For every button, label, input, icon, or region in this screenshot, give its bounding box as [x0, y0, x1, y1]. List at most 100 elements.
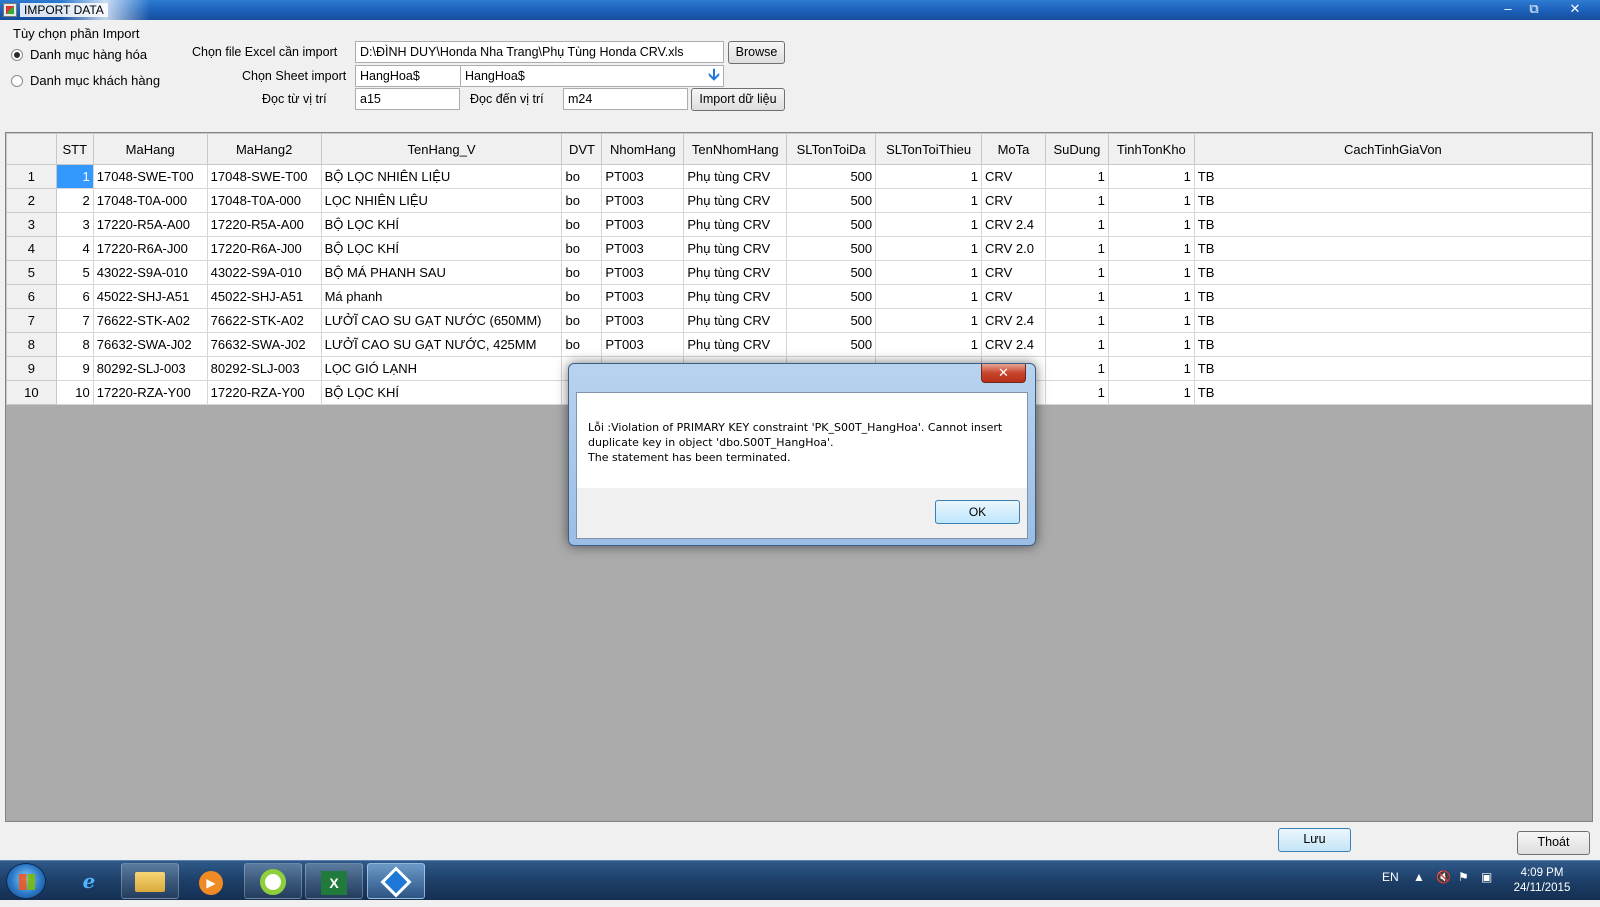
cell-dvt[interactable]: bo — [561, 284, 603, 309]
cell-mota[interactable]: CRV — [981, 284, 1046, 309]
file-explorer-icon[interactable] — [121, 863, 179, 899]
start-button[interactable] — [6, 863, 46, 899]
save-button[interactable]: Lưu — [1278, 828, 1351, 852]
to-position-input[interactable]: m24 — [563, 88, 688, 110]
cell-tinhtonkho[interactable]: 1 — [1107, 380, 1195, 405]
cell-tinhtonkho[interactable]: 1 — [1107, 356, 1195, 381]
from-position-input[interactable]: a15 — [355, 88, 460, 110]
cell-nhomhang[interactable]: PT003 — [601, 236, 685, 261]
cell-dvt[interactable]: bo — [561, 164, 603, 189]
cell-sudung[interactable]: 1 — [1044, 188, 1109, 213]
table-row[interactable]: 2 2 17048-T0A-000 17048-T0A-000 LỌC NHIÊN LI… — [6, 188, 1592, 213]
cell-mahang2[interactable]: 17220-RZA-Y00 — [206, 380, 322, 405]
chrome-like-icon[interactable] — [244, 863, 302, 899]
row-header[interactable]: 4 — [6, 236, 57, 261]
cell-tinhtonkho[interactable]: 1 — [1107, 236, 1195, 261]
table-row[interactable]: 7 7 76622-STK-A02 76622-STK-A02 LƯỞĨ CAO SU … — [6, 308, 1592, 333]
row-header[interactable]: 8 — [6, 332, 57, 357]
cell-mota[interactable]: CRV — [981, 164, 1046, 189]
cell-dvt[interactable]: bo — [561, 260, 603, 285]
show-hidden-icons-icon[interactable]: ▲ — [1413, 870, 1425, 884]
column-header[interactable]: MaHang — [92, 133, 208, 165]
cell-sudung[interactable]: 1 — [1044, 284, 1109, 309]
volume-muted-icon[interactable]: 🔇 — [1436, 870, 1451, 884]
cell-tennhomhang[interactable]: Phụ tùng CRV — [683, 284, 788, 309]
language-indicator[interactable]: EN — [1382, 870, 1399, 884]
cell-sudung[interactable]: 1 — [1044, 236, 1109, 261]
cell-tinhtonkho[interactable]: 1 — [1107, 308, 1195, 333]
cell-tennhomhang[interactable]: Phụ tùng CRV — [683, 308, 788, 333]
row-header[interactable]: 7 — [6, 308, 57, 333]
cell-mahang[interactable]: 17220-RZA-Y00 — [92, 380, 208, 405]
file-path-input[interactable]: D:\ĐÌNH DUY\Honda Nha Trang\Phụ Tùng Hon… — [355, 41, 724, 63]
cell-mahang[interactable]: 17048-T0A-000 — [92, 188, 208, 213]
cell-sltontoida[interactable]: 500 — [786, 236, 877, 261]
radio-products[interactable]: Danh mục hàng hóa — [11, 47, 147, 62]
cell-tenhang_v[interactable]: BỘ LỌC KHÍ — [320, 380, 563, 405]
cell-tinhtonkho[interactable]: 1 — [1107, 332, 1195, 357]
cell-mahang2[interactable]: 17220-R6A-J00 — [206, 236, 322, 261]
cell-sltontoithieu[interactable]: 1 — [875, 332, 983, 357]
cell-stt[interactable]: 6 — [55, 284, 94, 309]
cell-stt[interactable]: 2 — [55, 188, 94, 213]
cell-stt[interactable]: 10 — [55, 380, 94, 405]
column-header[interactable]: TenHang_V — [320, 133, 563, 165]
cell-nhomhang[interactable]: PT003 — [601, 164, 685, 189]
cell-tinhtonkho[interactable]: 1 — [1107, 164, 1195, 189]
cell-sltontoithieu[interactable]: 1 — [875, 308, 983, 333]
cell-cachtinhgiavon[interactable]: TB — [1193, 188, 1592, 213]
row-header[interactable]: 6 — [6, 284, 57, 309]
cell-stt[interactable]: 1 — [55, 164, 94, 189]
maximize-button[interactable]: ⧉ — [1522, 0, 1546, 18]
cell-mahang[interactable]: 76632-SWA-J02 — [92, 332, 208, 357]
cell-sudung[interactable]: 1 — [1044, 332, 1109, 357]
cell-nhomhang[interactable]: PT003 — [601, 332, 685, 357]
minimize-button[interactable]: – — [1496, 0, 1520, 18]
down-arrow-icon[interactable]: 🡫 — [704, 66, 724, 86]
cell-mahang2[interactable]: 17048-SWE-T00 — [206, 164, 322, 189]
cell-sltontoida[interactable]: 500 — [786, 260, 877, 285]
app-icon[interactable] — [367, 863, 425, 899]
cell-cachtinhgiavon[interactable]: TB — [1193, 284, 1592, 309]
cell-mahang2[interactable]: 45022-SHJ-A51 — [206, 284, 322, 309]
table-row[interactable]: 5 5 43022-S9A-010 43022-S9A-010 BỘ MÁ PHANH … — [6, 260, 1592, 285]
cell-mahang[interactable]: 43022-S9A-010 — [92, 260, 208, 285]
table-row[interactable]: 4 4 17220-R6A-J00 17220-R6A-J00 BỘ LỌC KHÍ bo… — [6, 236, 1592, 261]
cell-cachtinhgiavon[interactable]: TB — [1193, 236, 1592, 261]
cell-stt[interactable]: 4 — [55, 236, 94, 261]
cell-sudung[interactable]: 1 — [1044, 260, 1109, 285]
cell-stt[interactable]: 7 — [55, 308, 94, 333]
cell-nhomhang[interactable]: PT003 — [601, 212, 685, 237]
column-header[interactable]: SLTonToiThieu — [875, 133, 983, 165]
column-header[interactable]: NhomHang — [601, 133, 685, 165]
cell-mahang[interactable]: 80292-SLJ-003 — [92, 356, 208, 381]
cell-nhomhang[interactable]: PT003 — [601, 284, 685, 309]
radio-products-circle[interactable] — [11, 48, 23, 61]
column-header[interactable]: SuDung — [1044, 133, 1109, 165]
cell-mota[interactable]: CRV — [981, 188, 1046, 213]
cell-tennhomhang[interactable]: Phụ tùng CRV — [683, 164, 788, 189]
cell-sltontoithieu[interactable]: 1 — [875, 236, 983, 261]
cell-nhomhang[interactable]: PT003 — [601, 188, 685, 213]
close-window-button[interactable]: ✕ — [1555, 0, 1595, 18]
cell-mota[interactable]: CRV 2.0 — [981, 236, 1046, 261]
cell-sltontoithieu[interactable]: 1 — [875, 212, 983, 237]
cell-cachtinhgiavon[interactable]: TB — [1193, 356, 1592, 381]
cell-cachtinhgiavon[interactable]: TB — [1193, 212, 1592, 237]
row-header[interactable]: 5 — [6, 260, 57, 285]
internet-explorer-icon[interactable]: e — [60, 863, 118, 899]
cell-dvt[interactable]: bo — [561, 308, 603, 333]
cell-tinhtonkho[interactable]: 1 — [1107, 188, 1195, 213]
cell-tinhtonkho[interactable]: 1 — [1107, 260, 1195, 285]
radio-customers[interactable]: Danh mục khách hàng — [11, 73, 160, 88]
cell-sltontoida[interactable]: 500 — [786, 212, 877, 237]
media-player-icon[interactable]: ▶ — [182, 863, 240, 899]
radio-customers-circle[interactable] — [11, 74, 23, 87]
cell-tenhang_v[interactable]: Má phanh — [320, 284, 563, 309]
column-header[interactable]: TinhTonKho — [1107, 133, 1195, 165]
cell-mahang2[interactable]: 76622-STK-A02 — [206, 308, 322, 333]
cell-mahang[interactable]: 17220-R6A-J00 — [92, 236, 208, 261]
row-header[interactable]: 1 — [6, 164, 57, 189]
cell-mota[interactable]: CRV 2.4 — [981, 212, 1046, 237]
cell-sltontoithieu[interactable]: 1 — [875, 284, 983, 309]
